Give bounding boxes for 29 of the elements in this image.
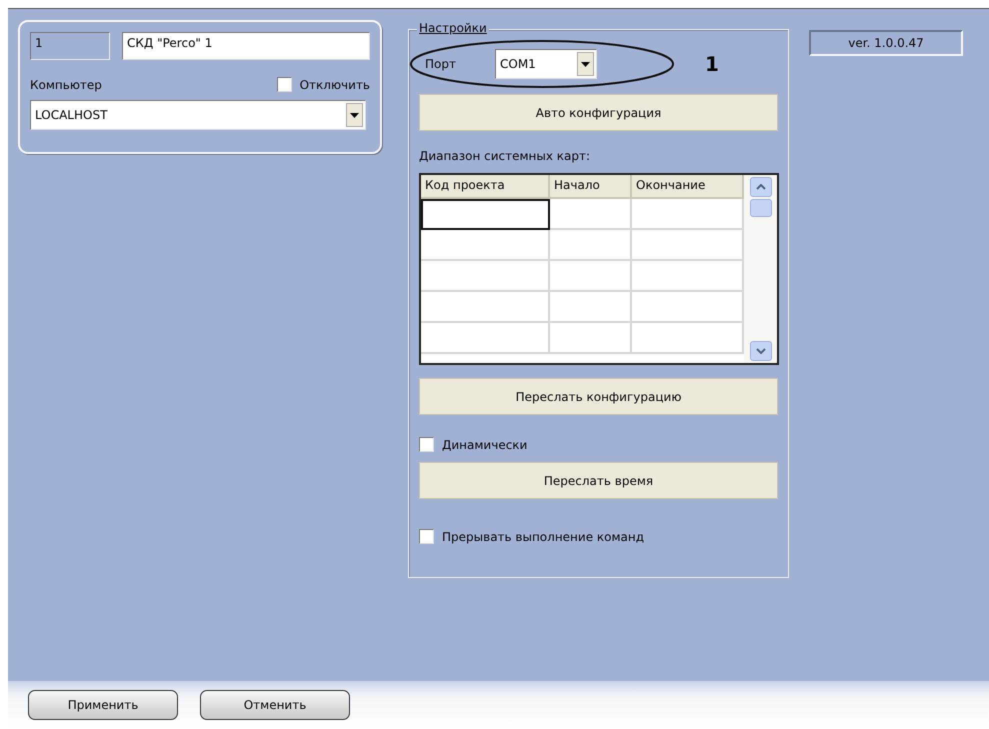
name-field[interactable]: СКД "Perco" 1 bbox=[122, 32, 370, 60]
computer-label: Компьютер bbox=[30, 78, 102, 92]
scroll-thumb[interactable] bbox=[750, 199, 772, 217]
checkbox-icon[interactable] bbox=[419, 437, 434, 452]
cancel-button[interactable]: Отменить bbox=[200, 690, 350, 720]
dynamic-checkbox[interactable]: Динамически bbox=[419, 437, 778, 452]
range-label: Диапазон системных карт: bbox=[419, 149, 592, 163]
table-cell[interactable] bbox=[421, 199, 550, 230]
group-title: Настройки bbox=[417, 21, 489, 35]
interrupt-checkbox[interactable]: Прерывать выполнение команд bbox=[419, 529, 778, 544]
port-dropdown[interactable]: COM1 bbox=[495, 49, 597, 79]
auto-config-button[interactable]: Авто конфигурация bbox=[419, 94, 778, 131]
callout-number: 1 bbox=[705, 52, 719, 76]
column-header[interactable]: Код проекта bbox=[421, 175, 550, 199]
version-label: ver. 1.0.0.47 bbox=[809, 30, 963, 56]
computer-dropdown[interactable]: LOCALHOST bbox=[30, 100, 366, 130]
checkbox-icon[interactable] bbox=[419, 529, 434, 544]
column-header[interactable]: Начало bbox=[550, 175, 632, 199]
scroll-up-icon[interactable] bbox=[750, 177, 772, 197]
id-field[interactable]: 1 bbox=[30, 32, 110, 60]
disable-checkbox[interactable]: Отключить bbox=[276, 77, 370, 92]
send-config-button[interactable]: Переслать конфигурацию bbox=[419, 378, 778, 415]
scroll-down-icon[interactable] bbox=[750, 341, 772, 361]
column-header[interactable]: Окончание bbox=[632, 175, 744, 199]
checkbox-icon[interactable] bbox=[276, 77, 292, 92]
port-label: Порт bbox=[425, 57, 457, 71]
scrollbar[interactable] bbox=[744, 175, 777, 363]
apply-button[interactable]: Применить bbox=[28, 690, 178, 720]
send-time-button[interactable]: Переслать время bbox=[419, 462, 778, 499]
